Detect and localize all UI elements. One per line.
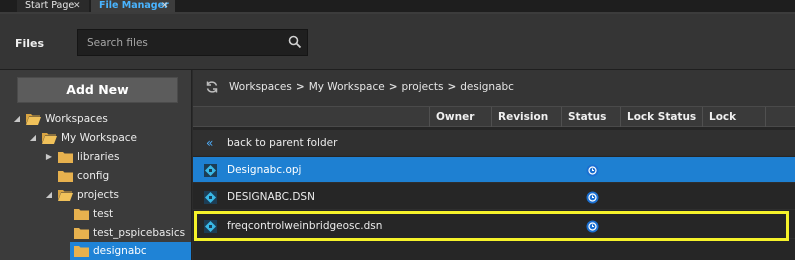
- chevron-right-icon: >: [388, 81, 398, 93]
- file-name: Designabc.opj: [227, 164, 302, 176]
- caret-down-icon[interactable]: ◢: [28, 129, 38, 147]
- refresh-icon[interactable]: [205, 80, 219, 94]
- tree-label: libraries: [77, 151, 120, 163]
- tree-item-test[interactable]: test: [0, 205, 191, 223]
- folder-open-icon: [58, 190, 73, 201]
- tree-label: My Workspace: [61, 132, 138, 144]
- page-title: Files: [15, 37, 45, 50]
- tree-label: config: [77, 170, 110, 182]
- design-file-icon: [204, 220, 217, 233]
- clock-status-icon: [586, 164, 599, 177]
- tab-file-manager[interactable]: File Manager ✕: [91, 0, 175, 12]
- breadcrumb-item[interactable]: designabc: [460, 81, 514, 93]
- column-extra: [765, 107, 795, 127]
- tab-start-page[interactable]: Start Page ✕: [17, 0, 89, 12]
- caret-down-icon[interactable]: ◢: [44, 186, 54, 204]
- search-input[interactable]: [78, 30, 283, 55]
- tree-label: Workspaces: [45, 113, 108, 125]
- clock-status-icon: [586, 191, 599, 204]
- column-revision[interactable]: Revision: [491, 107, 561, 127]
- search-icon[interactable]: [288, 35, 302, 49]
- table-row[interactable]: Designabc.opj: [193, 157, 795, 183]
- table-header: Owner Revision Status Lock Status Lock O…: [193, 106, 795, 143]
- sidebar: Add New ◢ Workspaces ◢ My Workspace ▶ li…: [0, 70, 192, 260]
- tab-label: Start Page: [25, 0, 75, 11]
- chevron-right-icon: >: [447, 81, 457, 93]
- file-list-panel: Workspaces > My Workspace > projects > designa…: [193, 70, 795, 260]
- tree-item-designabc[interactable]: designabc: [70, 242, 191, 260]
- tree-label: test_pspicebasics: [93, 227, 186, 239]
- folder-open-icon: [26, 114, 41, 125]
- files-header: Files: [0, 14, 795, 70]
- search-box: [77, 29, 308, 56]
- tree-item-config[interactable]: config: [0, 167, 191, 185]
- breadcrumb: Workspaces > My Workspace > projects > designa…: [229, 81, 514, 93]
- folder-icon: [74, 246, 89, 257]
- folder-icon: [58, 171, 73, 182]
- tab-bar: Start Page ✕ File Manager ✕: [0, 0, 795, 12]
- breadcrumb-item[interactable]: projects: [402, 81, 444, 93]
- tree-label: projects: [77, 189, 119, 201]
- close-icon[interactable]: ✕: [73, 0, 81, 12]
- column-owner[interactable]: Owner: [429, 107, 491, 127]
- double-chevron-left-icon: «: [206, 136, 214, 150]
- tree-item-projects[interactable]: ◢ projects: [0, 186, 191, 204]
- back-label: back to parent folder: [227, 137, 338, 149]
- design-file-icon: [204, 191, 217, 204]
- tab-label: File Manager: [99, 0, 169, 11]
- folder-icon: [74, 228, 89, 239]
- tree-label: designabc: [93, 245, 147, 257]
- add-new-button[interactable]: Add New: [17, 77, 178, 103]
- breadcrumb-item[interactable]: Workspaces: [229, 81, 292, 93]
- column-lock-owner[interactable]: Lock Owner: [702, 107, 765, 143]
- close-icon[interactable]: ✕: [161, 0, 169, 12]
- back-to-parent-row[interactable]: « back to parent folder: [193, 130, 795, 156]
- caret-down-icon[interactable]: ◢: [12, 110, 22, 128]
- clock-status-icon: [586, 220, 599, 233]
- tree-item-my-workspace[interactable]: ◢ My Workspace: [0, 129, 191, 147]
- column-status[interactable]: Status: [561, 107, 620, 127]
- folder-icon: [74, 209, 89, 220]
- file-name: DESIGNABC.DSN: [227, 191, 315, 203]
- folder-icon: [58, 152, 73, 163]
- table-row[interactable]: freqcontrolweinbridgeosc.dsn: [193, 213, 795, 239]
- table-row[interactable]: DESIGNABC.DSN: [193, 184, 795, 210]
- design-file-icon: [204, 164, 217, 177]
- file-name: freqcontrolweinbridgeosc.dsn: [227, 220, 383, 232]
- tree-item-test-pspicebasics[interactable]: test_pspicebasics: [0, 224, 191, 242]
- column-lock-status[interactable]: Lock Status: [620, 107, 702, 127]
- tree-label: test: [93, 208, 114, 220]
- breadcrumb-bar: Workspaces > My Workspace > projects > designa…: [193, 70, 795, 106]
- breadcrumb-item[interactable]: My Workspace: [309, 81, 385, 93]
- folder-open-icon: [42, 133, 57, 144]
- tree-item-workspaces[interactable]: ◢ Workspaces: [0, 110, 191, 128]
- caret-right-icon[interactable]: ▶: [44, 148, 54, 166]
- chevron-right-icon: >: [295, 81, 305, 93]
- tree-item-libraries[interactable]: ▶ libraries: [0, 148, 191, 166]
